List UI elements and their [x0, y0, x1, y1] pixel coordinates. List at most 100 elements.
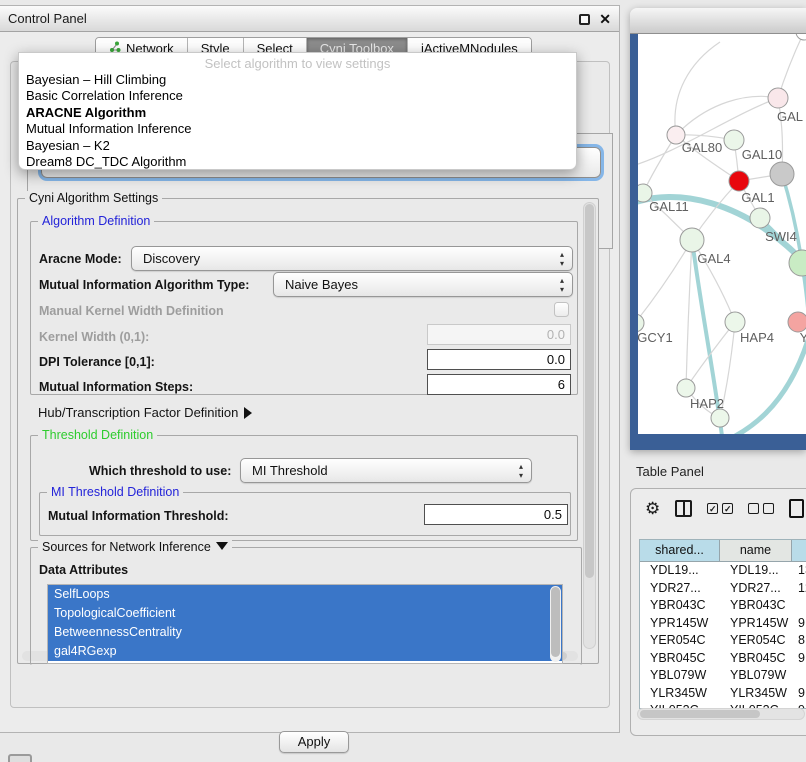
kernel-width-field[interactable]: 0.0	[427, 324, 571, 345]
column-header[interactable]: name	[720, 540, 792, 562]
deselect-all-icon[interactable]	[748, 503, 774, 514]
sources-group-title[interactable]: Sources for Network Inference	[38, 540, 232, 554]
network-edge[interactable]	[638, 240, 692, 323]
attribute-item[interactable]: TopologicalCoefficient	[48, 604, 562, 623]
network-node-gal1[interactable]	[729, 171, 749, 191]
table-cell: YER054C	[640, 632, 720, 650]
mi-algorithm-type-combo[interactable]: Naive Bayes	[273, 272, 573, 297]
table-row[interactable]: YDR27...YDR27...12	[640, 580, 806, 598]
data-attributes-list[interactable]: SelfLoopsTopologicalCoefficientBetweenne…	[47, 584, 563, 664]
network-window-titlebar[interactable]	[630, 8, 806, 34]
network-node[interactable]	[711, 409, 729, 427]
settings-vertical-scrollbar[interactable]	[583, 202, 596, 649]
algorithm-definition-group: Algorithm Definition Aracne Mode: Discov…	[30, 221, 578, 395]
table-toolbar: ⚙ ✓ ✓	[645, 499, 804, 518]
network-node-swi4[interactable]	[750, 208, 770, 228]
attributes-scrollbar[interactable]	[550, 586, 561, 662]
network-edge[interactable]	[686, 240, 692, 388]
table-row[interactable]: YLR345WYLR345W9.	[640, 685, 806, 703]
network-view-window[interactable]: GALGAL80GAL10GAL1GAL11SWI4GAL4GCY1HAP4YH…	[630, 8, 806, 450]
table-cell: 9.	[792, 650, 806, 668]
data-attributes-label: Data Attributes	[39, 563, 128, 577]
network-node[interactable]	[796, 34, 806, 40]
aracne-mode-combo[interactable]: Discovery	[131, 246, 573, 271]
algorithm-dropdown-popup: Select algorithm to view settings Bayesi…	[18, 52, 577, 170]
column-header[interactable]: shared...	[640, 540, 720, 562]
mi-steps-field[interactable]: 6	[427, 374, 571, 395]
table-panel-window: ⚙ ✓ ✓ shared...nameA YDL19...YDL19...13Y…	[630, 488, 806, 736]
table-cell	[792, 597, 806, 615]
attribute-item[interactable]: BetweennessCentrality	[48, 623, 562, 642]
algorithm-option[interactable]: Dream8 DC_TDC Algorithm	[19, 154, 576, 170]
sources-group: Sources for Network Inference Data Attri…	[30, 547, 582, 665]
mi-algorithm-type-label: Mutual Information Algorithm Type:	[39, 278, 249, 292]
checked-box-icon: ✓	[722, 503, 733, 514]
which-threshold-combo[interactable]: MI Threshold	[240, 458, 532, 483]
table-cell: YPR145W	[640, 615, 720, 633]
hub-tf-definition-toggle[interactable]: Hub/Transcription Factor Definition	[38, 405, 252, 420]
checked-box-icon: ✓	[707, 503, 718, 514]
mi-threshold-group: MI Threshold Definition Mutual Informati…	[39, 492, 571, 536]
algorithm-option[interactable]: Basic Correlation Inference	[19, 88, 576, 104]
table-cell: YBR043C	[720, 597, 792, 615]
close-icon[interactable]: ✕	[599, 10, 611, 28]
table-row[interactable]: YBR043CYBR043C	[640, 597, 806, 615]
column-header[interactable]: A	[792, 540, 806, 562]
table-row[interactable]: YBR045CYBR045C9.	[640, 650, 806, 668]
table-row[interactable]: YPR145WYPR145W9.	[640, 615, 806, 633]
mi-steps-label: Mutual Information Steps:	[39, 380, 193, 394]
network-node-hap4[interactable]	[725, 312, 745, 332]
network-canvas[interactable]: GALGAL80GAL10GAL1GAL11SWI4GAL4GCY1HAP4YH…	[630, 34, 806, 450]
algorithm-option[interactable]: ARACNE Algorithm	[19, 105, 576, 121]
manual-kernel-width-label: Manual Kernel Width Definition	[39, 304, 224, 318]
float-window-icon[interactable]	[579, 14, 590, 25]
attribute-item[interactable]: gal4RGexp	[48, 642, 562, 661]
network-node-hap2[interactable]	[677, 379, 695, 397]
algorithm-option[interactable]: Bayesian – K2	[19, 138, 576, 154]
which-threshold-label: Which threshold to use:	[89, 464, 231, 478]
attribute-item[interactable]: SelfLoops	[48, 585, 562, 604]
mi-threshold-field[interactable]: 0.5	[424, 504, 568, 525]
table-cell: YDL19...	[720, 562, 792, 580]
table-row[interactable]: YDL19...YDL19...13	[640, 562, 806, 580]
hub-tf-definition-label: Hub/Transcription Factor Definition	[38, 405, 238, 420]
control-panel-titlebar: Control Panel ✕	[0, 6, 619, 32]
table-cell: YBR045C	[720, 650, 792, 668]
table-horizontal-scrollbar[interactable]	[637, 708, 805, 720]
network-node[interactable]	[770, 162, 794, 186]
network-edge[interactable]	[643, 135, 676, 193]
select-all-icon[interactable]: ✓ ✓	[707, 503, 733, 514]
table-cell: 8.	[792, 632, 806, 650]
network-node-gal[interactable]	[768, 88, 788, 108]
network-node-gal4[interactable]	[680, 228, 704, 252]
table-cell: YPR145W	[720, 615, 792, 633]
network-graph[interactable]: GALGAL80GAL10GAL1GAL11SWI4GAL4GCY1HAP4YH…	[638, 34, 806, 434]
desktop: Control Panel ✕ NetworkStyleSelectCyni T…	[0, 0, 806, 762]
network-node-y[interactable]	[788, 312, 806, 332]
node-label: GAL11	[649, 199, 689, 214]
table-cell: 9.	[792, 685, 806, 703]
table-cell: YBL079W	[720, 667, 792, 685]
dpi-tolerance-label: DPI Tolerance [0,1]:	[39, 355, 155, 369]
manual-kernel-width-checkbox[interactable]	[554, 302, 569, 317]
export-table-icon[interactable]	[789, 499, 804, 518]
table-row[interactable]: YER054CYER054C8.	[640, 632, 806, 650]
apply-button[interactable]: Apply	[279, 731, 349, 753]
kernel-width-label: Kernel Width (0,1):	[39, 330, 149, 344]
table-row[interactable]: YBL079WYBL079W	[640, 667, 806, 685]
expanded-arrow-icon	[216, 542, 228, 550]
network-edge[interactable]	[675, 42, 720, 135]
dpi-tolerance-field[interactable]: 0.0	[427, 349, 571, 370]
dock-chip[interactable]	[8, 754, 32, 762]
network-edge[interactable]	[676, 96, 778, 135]
node-label: SWI4	[765, 229, 797, 244]
columns-icon[interactable]	[675, 500, 692, 517]
table-cell: YER054C	[720, 632, 792, 650]
algorithm-popup-placeholder: Select algorithm to view settings	[19, 53, 576, 72]
gear-icon[interactable]: ⚙	[645, 500, 660, 518]
unchecked-box-icon	[763, 503, 774, 514]
algorithm-option[interactable]: Mutual Information Inference	[19, 121, 576, 137]
table-cell: 12	[792, 580, 806, 598]
algorithm-option[interactable]: Bayesian – Hill Climbing	[19, 72, 576, 88]
settings-group-title: Cyni Algorithm Settings	[25, 191, 162, 205]
